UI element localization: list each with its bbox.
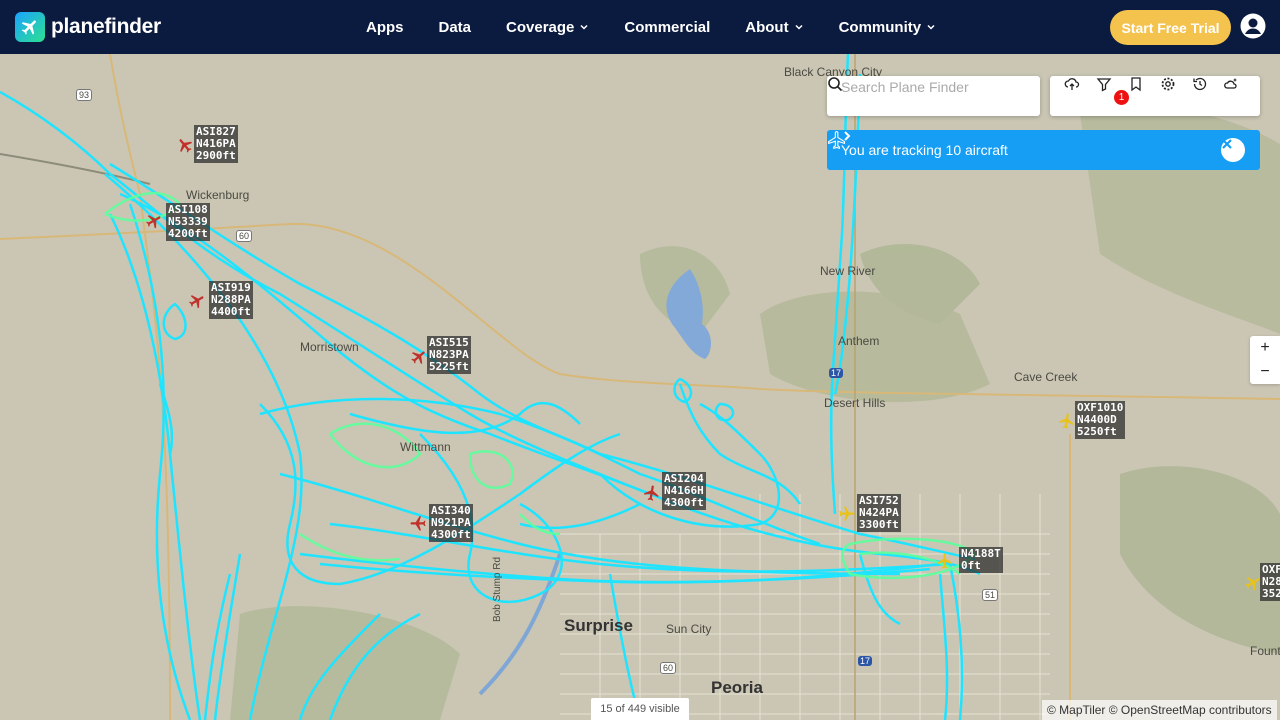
aircraft-icon[interactable] bbox=[838, 505, 856, 523]
bookmark-icon bbox=[1131, 77, 1141, 92]
settings-icon bbox=[1161, 77, 1175, 91]
cloud-icon bbox=[1064, 78, 1080, 90]
aircraft-label[interactable]: ASI827 N416PA 2900ft bbox=[194, 125, 238, 163]
place-label: Cave Creek bbox=[1014, 370, 1078, 384]
place-label: Fountain Hills bbox=[1250, 644, 1280, 658]
highway-shield: 17 bbox=[829, 368, 844, 378]
aircraft-altitude: 5225ft bbox=[429, 360, 469, 373]
street-label: Bob Stump Rd bbox=[492, 556, 503, 622]
tracking-text: You are tracking 10 aircraft bbox=[841, 142, 1008, 158]
zoom-in-button[interactable]: + bbox=[1250, 336, 1280, 360]
aircraft-altitude: 352 bbox=[1262, 587, 1280, 600]
aircraft-altitude: 0ft bbox=[961, 559, 981, 572]
aircraft-label[interactable]: ASI108 N53339 4200ft bbox=[166, 203, 210, 241]
cloud-upload-button[interactable] bbox=[1064, 76, 1096, 116]
logo-text: planefinder bbox=[51, 15, 161, 38]
bookmark-button[interactable] bbox=[1128, 76, 1160, 116]
aircraft-altitude: 4300ft bbox=[431, 528, 471, 541]
place-label: New River bbox=[820, 264, 876, 278]
main-nav: Apps Data Coverage Commercial About Comm… bbox=[366, 0, 971, 54]
tracking-banner[interactable]: You are tracking 10 aircraft bbox=[827, 130, 1260, 170]
place-label: Anthem bbox=[838, 334, 880, 348]
aircraft-icon[interactable] bbox=[936, 552, 954, 570]
place-label: Wittmann bbox=[400, 440, 451, 454]
highway-shield: 60 bbox=[660, 662, 677, 674]
chevron-down-icon bbox=[580, 24, 588, 30]
nav-community[interactable]: Community bbox=[839, 19, 937, 36]
place-label: Desert Hills bbox=[824, 396, 886, 410]
nav-data-label: Data bbox=[438, 18, 472, 36]
weather-icon bbox=[1224, 78, 1237, 89]
weather-button[interactable] bbox=[1224, 76, 1256, 116]
aircraft-label[interactable]: ASI340 N921PA 4300ft bbox=[429, 504, 473, 542]
history-icon bbox=[1193, 77, 1207, 91]
close-tracking-button[interactable] bbox=[1221, 138, 1245, 162]
nav-apps[interactable]: Apps bbox=[366, 19, 404, 36]
filter-badge: 1 bbox=[1114, 90, 1129, 105]
nav-coverage-label: Coverage bbox=[506, 18, 575, 36]
flight-map[interactable]: Black Canyon City Wickenburg Morristown … bbox=[0, 54, 1280, 720]
highway-shield: 60 bbox=[236, 230, 253, 242]
nav-commercial[interactable]: Commercial bbox=[624, 19, 710, 36]
zoom-out-button[interactable]: − bbox=[1250, 360, 1280, 384]
settings-button[interactable] bbox=[1160, 76, 1192, 116]
aircraft-label[interactable]: N4188T 0ft bbox=[959, 547, 1003, 573]
chevron-down-icon bbox=[927, 24, 935, 30]
nav-data[interactable]: Data bbox=[439, 19, 472, 36]
place-label: Wickenburg bbox=[186, 188, 250, 202]
place-label: Surprise bbox=[564, 616, 633, 635]
nav-about[interactable]: About bbox=[745, 19, 803, 36]
aircraft-label[interactable]: ASI919 N288PA 4400ft bbox=[209, 281, 253, 319]
nav-commercial-label: Commercial bbox=[624, 18, 711, 36]
aircraft-label[interactable]: OXF1010 N4400D 5250ft bbox=[1075, 401, 1126, 439]
search-box bbox=[827, 76, 1040, 116]
search-input[interactable] bbox=[841, 78, 1001, 96]
filter-icon bbox=[1096, 78, 1112, 92]
map-toolbar: 1 bbox=[1050, 76, 1260, 116]
top-navigation-bar: planefinder Apps Data Coverage Commercia… bbox=[0, 0, 1280, 54]
nav-coverage[interactable]: Coverage bbox=[506, 19, 589, 36]
visible-aircraft-count: 15 of 449 visible bbox=[591, 698, 689, 720]
aircraft-label[interactable]: OXF N28 352 bbox=[1260, 563, 1280, 601]
highway-shield: 93 bbox=[76, 89, 93, 101]
aircraft-altitude: 2900ft bbox=[196, 149, 236, 162]
search-icon[interactable] bbox=[827, 76, 843, 92]
place-label: Morristown bbox=[300, 340, 359, 354]
airplane-icon bbox=[828, 131, 846, 150]
filter-button[interactable]: 1 bbox=[1096, 76, 1129, 116]
planefinder-logo[interactable]: planefinder bbox=[15, 12, 161, 42]
aircraft-altitude: 3300ft bbox=[859, 518, 899, 531]
start-free-trial-button[interactable]: Start Free Trial bbox=[1110, 10, 1231, 45]
aircraft-altitude: 4400ft bbox=[211, 305, 251, 318]
logo-plane-icon bbox=[15, 12, 45, 42]
aircraft-label[interactable]: ASI204 N4166H 4300ft bbox=[662, 472, 706, 510]
chevron-down-icon bbox=[795, 24, 803, 30]
zoom-control: + − bbox=[1250, 336, 1280, 384]
aircraft-altitude: 5250ft bbox=[1077, 425, 1117, 438]
aircraft-label[interactable]: ASI752 N424PA 3300ft bbox=[857, 494, 901, 532]
place-label: Sun City bbox=[666, 622, 712, 636]
highway-shield: 17 bbox=[858, 656, 873, 666]
place-label: Peoria bbox=[711, 678, 763, 697]
aircraft-icon[interactable] bbox=[642, 483, 663, 504]
nav-community-label: Community bbox=[838, 18, 922, 36]
nav-about-label: About bbox=[745, 18, 789, 36]
map-attribution[interactable]: © MapTiler © OpenStreetMap contributors bbox=[1042, 700, 1277, 720]
close-icon bbox=[1222, 139, 1232, 149]
highway-shield: 51 bbox=[982, 589, 999, 601]
history-button[interactable] bbox=[1192, 76, 1224, 116]
aircraft-icon[interactable] bbox=[409, 514, 427, 532]
aircraft-altitude: 4300ft bbox=[664, 496, 704, 509]
account-icon[interactable] bbox=[1240, 13, 1266, 39]
nav-apps-label: Apps bbox=[366, 18, 404, 36]
aircraft-altitude: 4200ft bbox=[168, 227, 208, 240]
aircraft-label[interactable]: ASI515 N823PA 5225ft bbox=[427, 336, 471, 374]
